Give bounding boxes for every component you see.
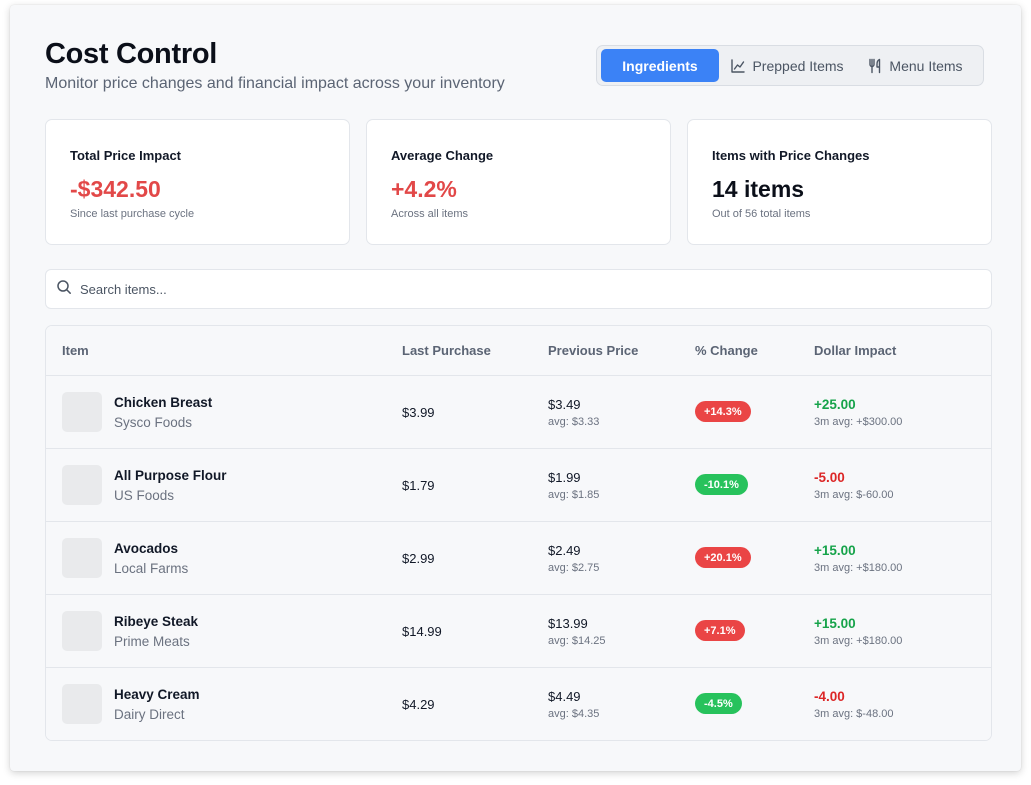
last-purchase-price: $2.99 [402,551,435,566]
tab-ingredients-label: Ingredients [622,57,698,74]
percent-change-badge: +7.1% [695,620,745,641]
dollar-impact: +25.00 [814,397,856,412]
dollar-impact-average: 3m avg: $-48.00 [814,708,894,720]
item-thumbnail [62,611,102,651]
item-name: Heavy Cream [114,687,200,702]
percent-change-badge: -10.1% [695,474,748,495]
search-bar [45,269,992,309]
dollar-impact-average: 3m avg: +$180.00 [814,635,903,647]
last-purchase-price: $3.99 [402,405,435,420]
table-row[interactable]: Heavy Cream Dairy Direct $4.29 $4.49 avg… [46,668,991,740]
item-supplier: Dairy Direct [114,707,185,722]
stat-note: Across all items [391,208,469,220]
search-input[interactable] [80,281,960,297]
dollar-impact-average: 3m avg: $-60.00 [814,489,894,501]
dollar-impact-average: 3m avg: +$300.00 [814,416,903,428]
item-thumbnail [62,465,102,505]
price-table: Item Last Purchase Previous Price % Chan… [45,325,992,741]
tab-prepped-items-label: Prepped Items [752,57,844,74]
item-thumbnail [62,684,102,724]
item-supplier: Local Farms [114,561,189,576]
previous-price: $4.49 [548,689,581,704]
stat-note: Out of 56 total items [712,208,811,220]
previous-price: $2.49 [548,543,581,558]
column-header-percent-change[interactable]: % Change [695,343,758,358]
previous-price: $1.99 [548,470,581,485]
utensils-icon [867,58,883,74]
table-row[interactable]: Ribeye Steak Prime Meats $14.99 $13.99 a… [46,595,991,668]
stat-label: Average Change [391,148,494,163]
column-header-last-purchase[interactable]: Last Purchase [402,343,491,358]
previous-price-average: avg: $2.75 [548,562,600,574]
percent-change-badge: +20.1% [695,547,751,568]
table-header: Item Last Purchase Previous Price % Chan… [46,326,991,376]
previous-price-average: avg: $4.35 [548,708,600,720]
dollar-impact: -4.00 [814,689,845,704]
item-supplier: Sysco Foods [114,415,193,430]
stat-value: -$342.50 [70,176,161,202]
column-header-dollar-impact[interactable]: Dollar Impact [814,343,896,358]
item-name: Ribeye Steak [114,614,199,629]
stat-value: +4.2% [391,176,457,202]
chart-line-icon [730,58,746,74]
item-thumbnail [62,538,102,578]
item-thumbnail [62,392,102,432]
item-supplier: US Foods [114,488,175,503]
stat-label: Items with Price Changes [712,148,870,163]
last-purchase-price: $1.79 [402,478,435,493]
stat-card-items-changed: Items with Price Changes 14 items Out of… [687,119,992,245]
dollar-impact: +15.00 [814,543,856,558]
table-row[interactable]: Avocados Local Farms $2.99 $2.49 avg: $2… [46,522,991,595]
column-header-previous-price[interactable]: Previous Price [548,343,638,358]
previous-price: $13.99 [548,616,588,631]
main-panel: Cost Control Monitor price changes and f… [10,5,1021,771]
tab-menu-items[interactable]: Menu Items [855,49,975,82]
stat-note: Since last purchase cycle [70,208,195,220]
stat-card-total-impact: Total Price Impact -$342.50 Since last p… [45,119,350,245]
table-row[interactable]: Chicken Breast Sysco Foods $3.99 $3.49 a… [46,376,991,449]
view-tabs: Ingredients Prepped Items Menu Items [596,45,984,86]
previous-price: $3.49 [548,397,581,412]
percent-change-badge: +14.3% [695,401,751,422]
percent-change-badge: -4.5% [695,693,742,714]
dollar-impact-average: 3m avg: +$180.00 [814,562,903,574]
last-purchase-price: $4.29 [402,697,435,712]
previous-price-average: avg: $14.25 [548,635,606,647]
item-name: Avocados [114,541,179,556]
stat-label: Total Price Impact [70,148,182,163]
dollar-impact: -5.00 [814,470,845,485]
item-name: Chicken Breast [114,395,213,410]
table-row[interactable]: All Purpose Flour US Foods $1.79 $1.99 a… [46,449,991,522]
tab-menu-items-label: Menu Items [889,57,963,74]
item-supplier: Prime Meats [114,634,190,649]
previous-price-average: avg: $3.33 [548,416,600,428]
search-icon [56,279,80,300]
dollar-impact: +15.00 [814,616,856,631]
column-header-item[interactable]: Item [62,343,89,358]
tab-ingredients[interactable]: Ingredients [601,49,719,82]
last-purchase-price: $14.99 [402,624,442,639]
tab-prepped-items[interactable]: Prepped Items [719,49,855,82]
stat-card-average-change: Average Change +4.2% Across all items [366,119,671,245]
page-title: Cost Control [45,38,217,70]
item-name: All Purpose Flour [114,468,227,483]
stat-value: 14 items [712,176,805,202]
page-subtitle: Monitor price changes and financial impa… [45,75,505,92]
previous-price-average: avg: $1.85 [548,489,600,501]
